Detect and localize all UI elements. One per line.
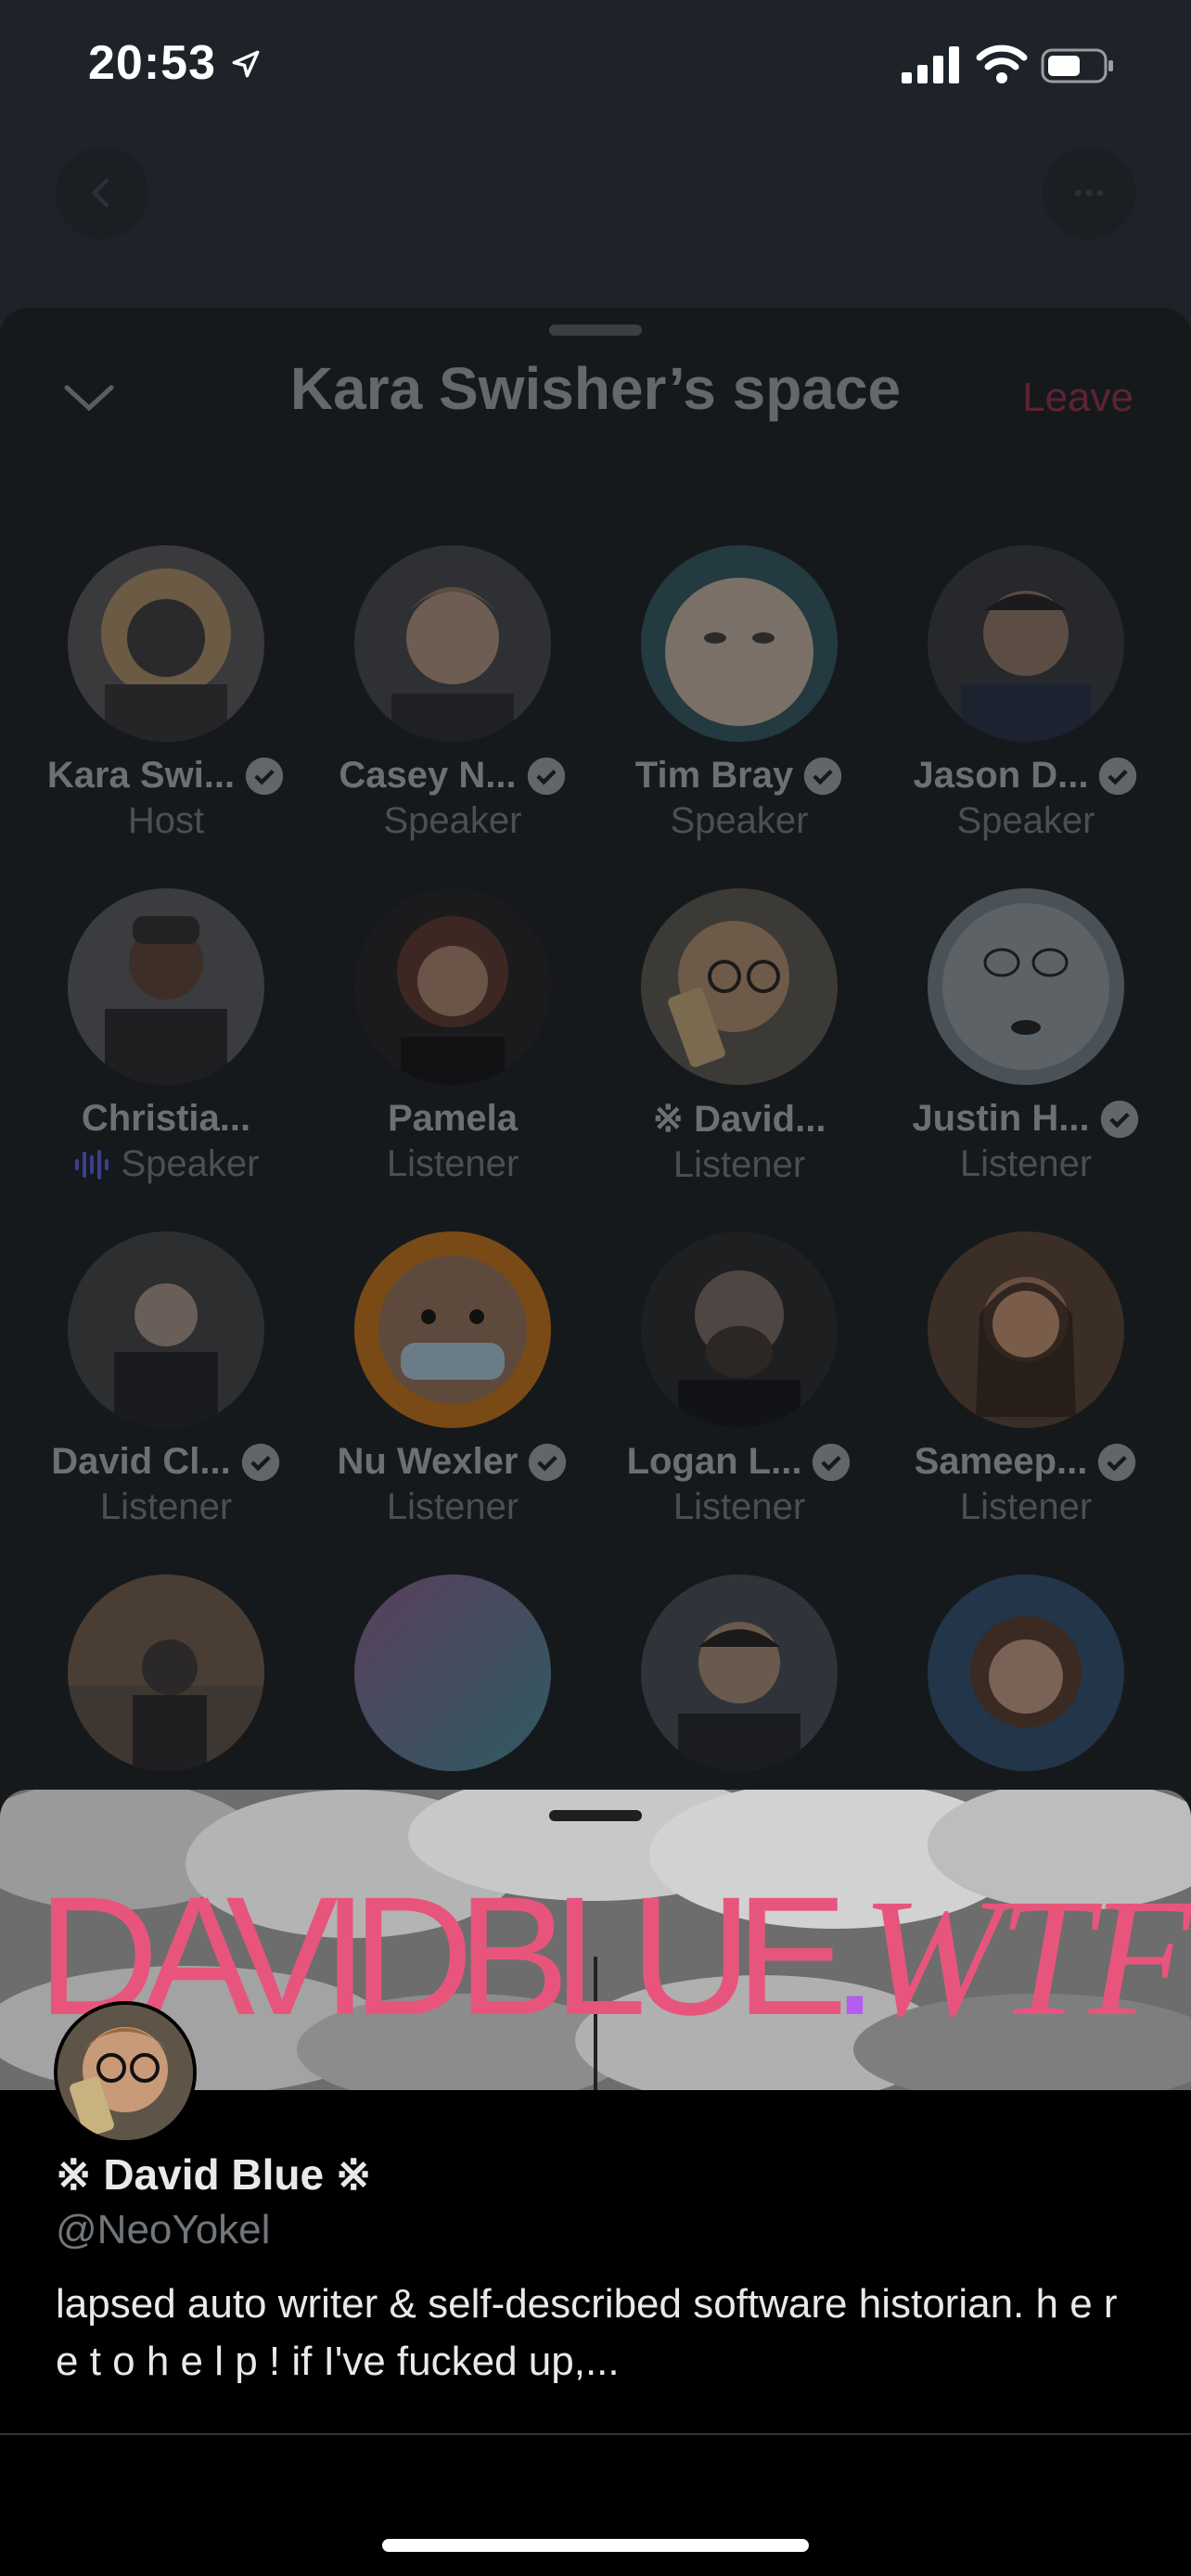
battery-icon (1041, 48, 1113, 83)
participant-role: Listener (386, 1486, 519, 1527)
participant-name: Jason D... (913, 755, 1089, 796)
divider (0, 2433, 1191, 2435)
participant-name: Nu Wexler (337, 1441, 519, 1482)
avatar (354, 1231, 551, 1428)
participant-tile[interactable]: Sameep... Listener (882, 1231, 1170, 1528)
participant-role: Speaker (383, 800, 522, 841)
more-options-button[interactable] (1043, 147, 1135, 239)
avatar (928, 888, 1124, 1085)
avatar (354, 1575, 551, 1771)
chevron-left-icon (91, 178, 109, 208)
participant-tile[interactable] (22, 1575, 310, 1771)
avatar (928, 1231, 1124, 1428)
participant-name: Christia... (81, 1098, 251, 1139)
banner-logo-text: DAVIDBLUE.WTF (37, 1861, 1191, 2051)
participant-name: Pamela (387, 1098, 519, 1139)
participant-tile[interactable] (309, 1575, 596, 1771)
participant-tile[interactable]: Christia... Speaker (22, 888, 310, 1185)
participant-role: Speaker (670, 800, 809, 841)
participant-role: Host (127, 800, 205, 841)
avatar (928, 545, 1124, 742)
participant-role: Listener (99, 1486, 233, 1527)
participant-tile[interactable]: Tim Bray Speaker (596, 545, 883, 842)
participant-tile[interactable]: David Cl... Listener (22, 1231, 310, 1528)
avatar (68, 1231, 264, 1428)
avatar (641, 1575, 838, 1771)
avatar (354, 888, 551, 1085)
participant-name: Casey N... (339, 755, 517, 796)
profile-handle: @NeoYokel (56, 2207, 271, 2252)
profile-display-name: ※ David Blue ※ (56, 2150, 372, 2199)
verified-badge-icon (1100, 1100, 1138, 1138)
participant-name: Kara Swi... (46, 755, 236, 796)
avatar (641, 545, 838, 742)
participant-role: Speaker (956, 800, 1095, 841)
sheet-grabber[interactable] (549, 1810, 642, 1821)
verified-badge-icon (241, 1443, 279, 1481)
avatar (68, 1575, 264, 1771)
profile-sheet: DAVIDBLUE.WTF ※ David Blue ※ @NeoYokel l… (0, 1790, 1191, 2576)
participant-name: Sameep... (914, 1441, 1088, 1482)
verified-badge-icon (1099, 757, 1137, 795)
speaking-waveform-icon (74, 1149, 109, 1180)
avatar (928, 1575, 1124, 1771)
avatar (641, 888, 838, 1085)
participant-role: Listener (959, 1486, 1093, 1527)
participant-name: ※ David... (652, 1099, 826, 1140)
participant-role: Listener (959, 1143, 1093, 1184)
verified-badge-icon (813, 1443, 851, 1481)
wifi-icon (976, 45, 1028, 83)
participant-tile[interactable]: Logan L... Listener (596, 1231, 883, 1528)
status-bar: 20:53 (0, 0, 1191, 130)
avatar (68, 545, 264, 742)
participant-name: Justin H... (912, 1098, 1090, 1139)
verified-badge-icon (529, 1443, 567, 1481)
avatar (68, 888, 264, 1085)
participant-name: Logan L... (626, 1441, 802, 1482)
participant-tile[interactable]: Justin H... Listener (882, 888, 1170, 1185)
avatar (641, 1231, 838, 1428)
leave-button[interactable]: Leave (1022, 375, 1133, 421)
verified-badge-icon (804, 757, 842, 795)
participant-tile[interactable] (596, 1575, 883, 1771)
participant-tile[interactable] (882, 1575, 1170, 1771)
participant-role: Listener (386, 1143, 519, 1184)
participant-tile[interactable]: Jason D... Speaker (882, 545, 1170, 842)
participant-name: David Cl... (51, 1441, 231, 1482)
verified-badge-icon (527, 757, 565, 795)
participant-name: Tim Bray (634, 755, 794, 796)
profile-bio: lapsed auto writer & self-described soft… (56, 2281, 1118, 2384)
more-horizontal-icon (1075, 189, 1103, 197)
participant-role: Listener (672, 1144, 806, 1185)
verified-badge-icon (245, 757, 284, 795)
status-time: 20:53 (88, 36, 216, 90)
avatar (354, 545, 551, 742)
participant-tile[interactable]: Kara Swi... Host (22, 545, 310, 842)
location-arrow-icon (232, 50, 260, 78)
participant-tile[interactable]: ※ David... Listener (596, 888, 883, 1186)
verified-badge-icon (1098, 1443, 1136, 1481)
home-indicator[interactable] (382, 2539, 809, 2552)
participant-tile[interactable]: Pamela Listener (309, 888, 596, 1185)
signal-icon (902, 46, 959, 83)
participant-role: Listener (672, 1486, 806, 1527)
participant-role: Speaker (121, 1143, 260, 1184)
space-title: Kara Swisher’s space (289, 355, 902, 422)
participant-tile[interactable]: Casey N... Speaker (309, 545, 596, 842)
profile-avatar[interactable] (54, 2001, 197, 2144)
participant-tile[interactable]: Nu Wexler Listener (309, 1231, 596, 1528)
back-button[interactable] (56, 147, 148, 239)
sheet-grabber[interactable] (549, 325, 642, 336)
